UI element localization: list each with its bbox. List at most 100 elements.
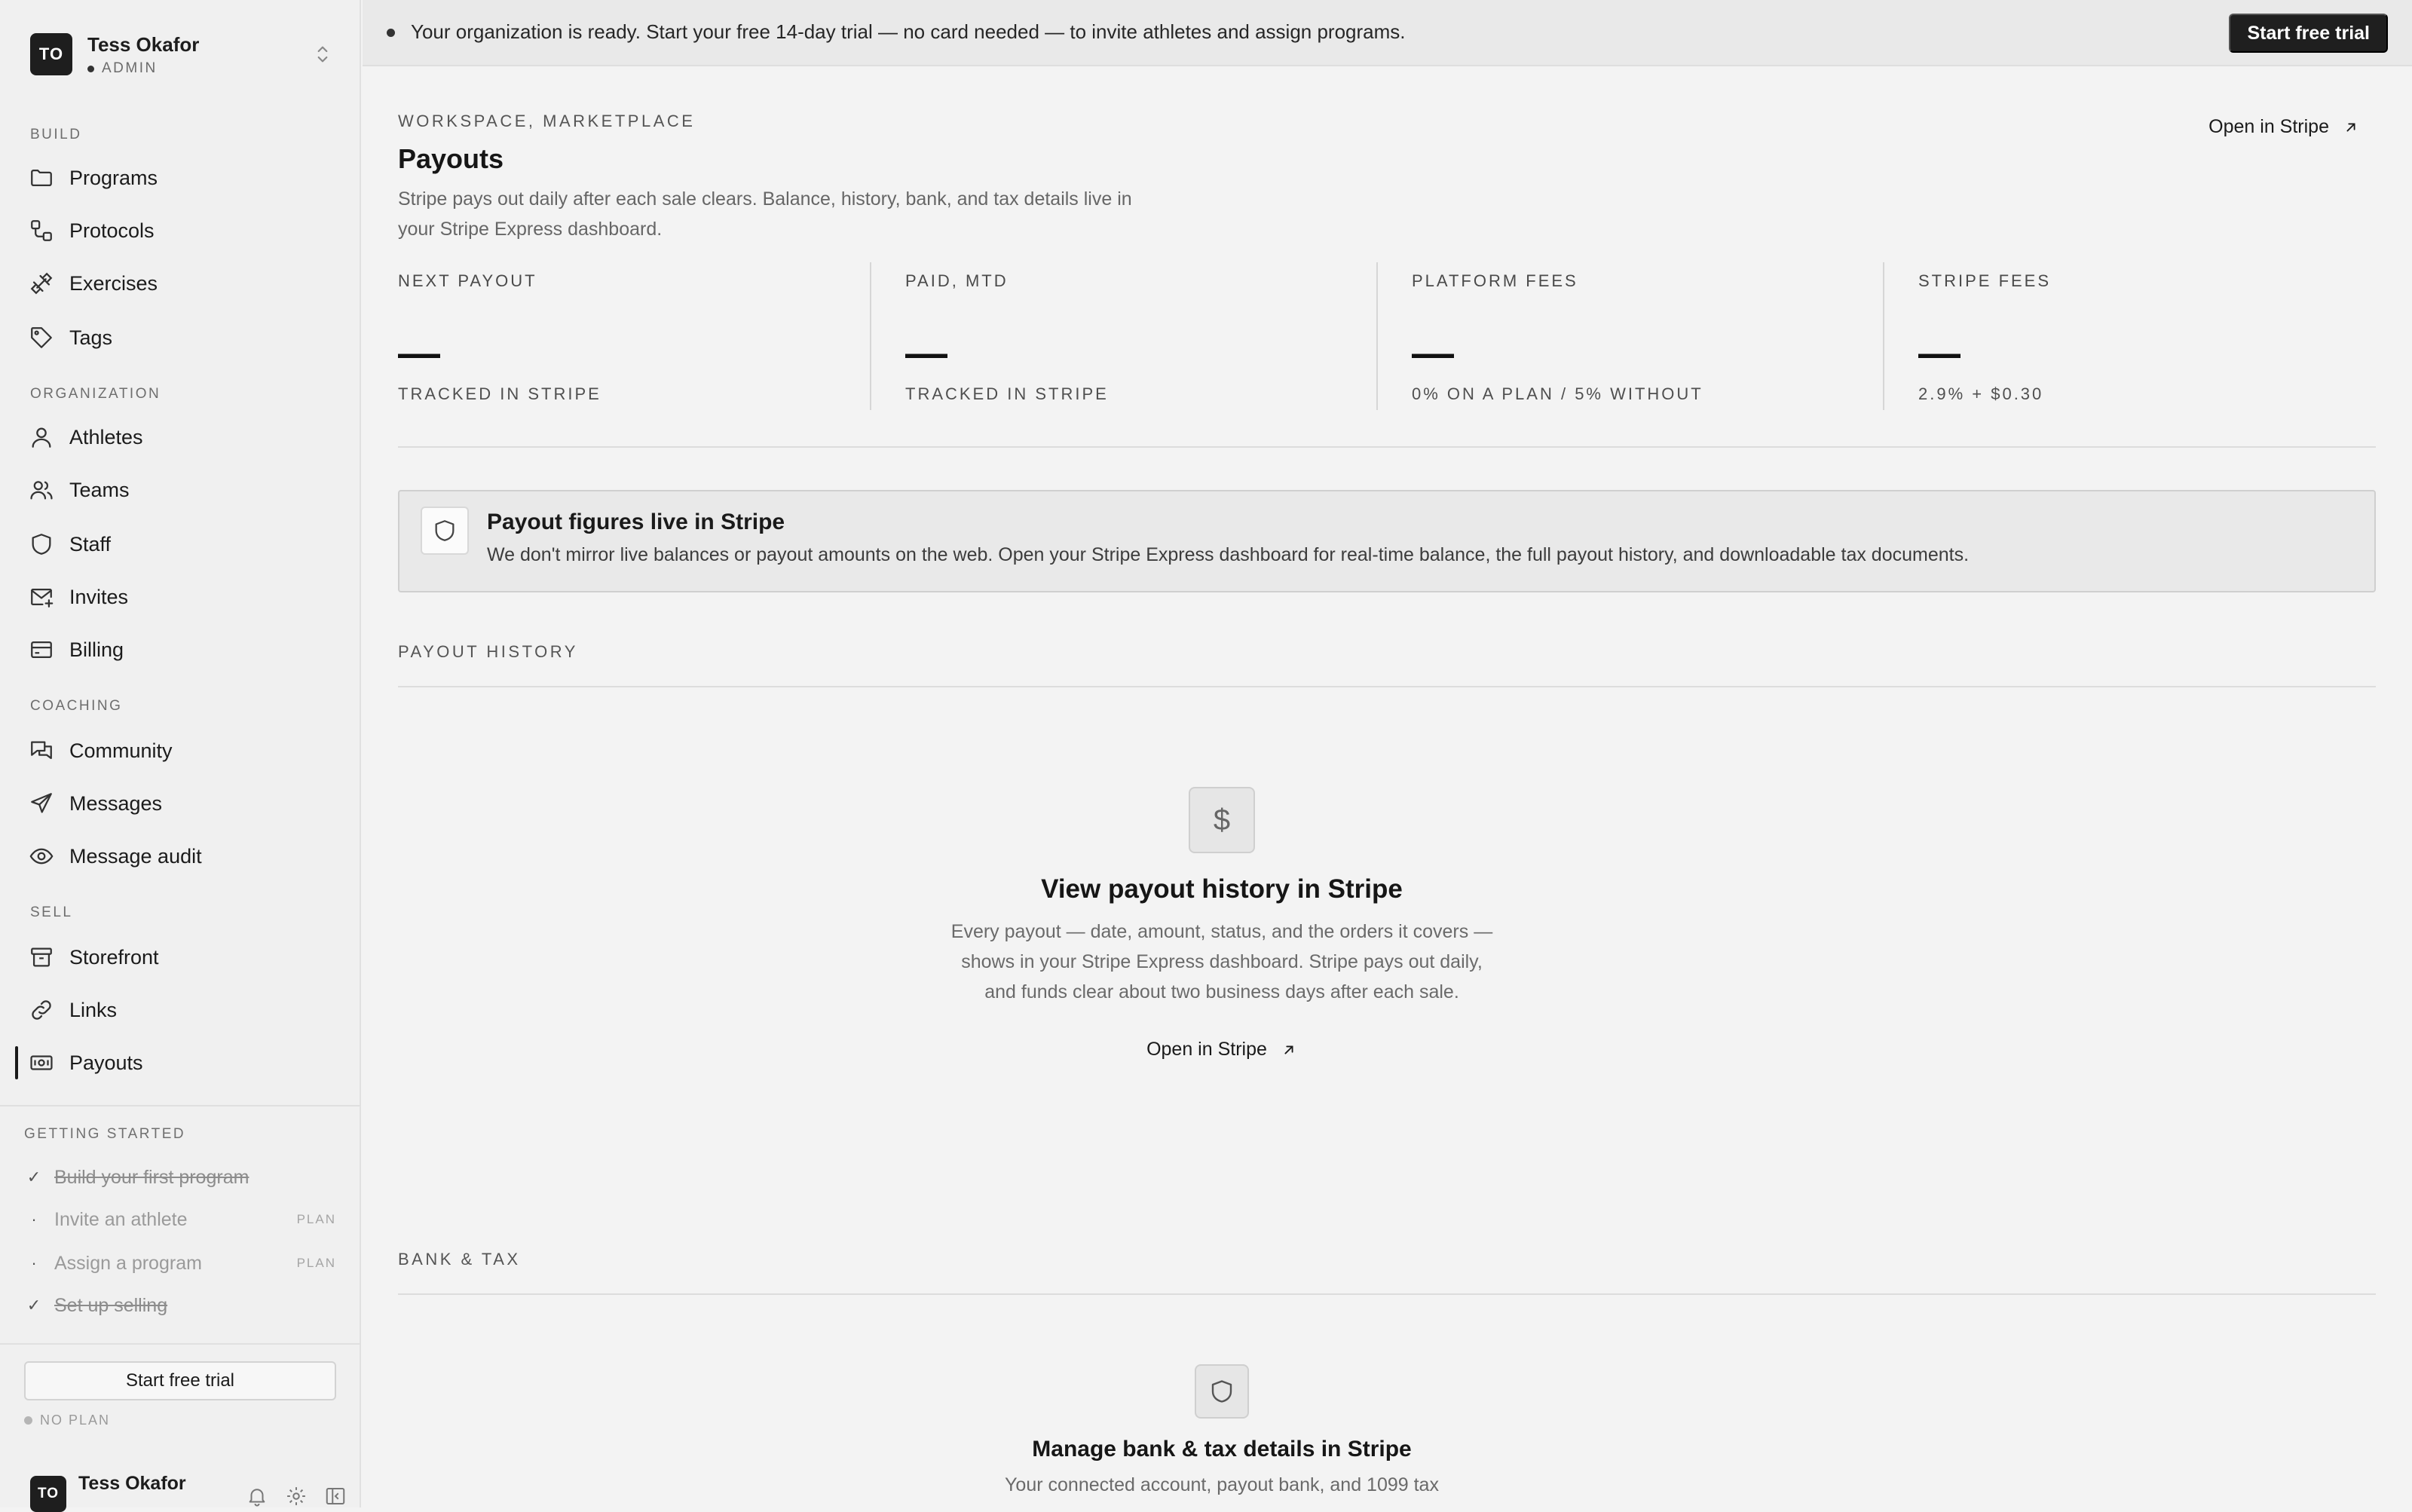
sidebar-item-payouts[interactable]: Payouts bbox=[15, 1040, 347, 1085]
footer-icons bbox=[246, 1485, 347, 1507]
section-label-payout-history: PAYOUT HISTORY bbox=[398, 642, 578, 662]
sidebar-item-label: Teams bbox=[69, 479, 130, 502]
sidebar-item-message-audit[interactable]: Message audit bbox=[15, 834, 347, 879]
sidebar-item-label: Staff bbox=[69, 533, 111, 556]
sidebar-item-label: Links bbox=[69, 999, 117, 1022]
dollar-icon: $ bbox=[1189, 787, 1255, 853]
chevron-up-down-icon bbox=[311, 42, 335, 66]
banner-start-trial-button[interactable]: Start free trial bbox=[2229, 14, 2388, 53]
stat-divider bbox=[870, 262, 871, 410]
start-trial-button[interactable]: Start free trial bbox=[24, 1361, 336, 1400]
bullet-icon: · bbox=[24, 1210, 44, 1229]
info-callout: Payout figures live in Stripe We don't m… bbox=[398, 490, 2376, 592]
org-role: ADMIN bbox=[87, 60, 158, 77]
open-in-stripe-link[interactable]: Open in Stripe bbox=[1146, 1039, 1297, 1061]
sidebar-item-community[interactable]: Community bbox=[15, 728, 347, 773]
nav-section-coaching: COACHING bbox=[30, 698, 122, 715]
stat-sub: TRACKED IN STRIPE bbox=[905, 384, 1109, 404]
sidebar-item-label: Payouts bbox=[69, 1051, 143, 1075]
stat-sub: 0% ON A PLAN / 5% WITHOUT bbox=[1412, 384, 1703, 404]
empty-state-body: Every payout — date, amount, status, and… bbox=[943, 917, 1501, 1007]
send-icon bbox=[29, 791, 54, 816]
sidebar-item-invites[interactable]: Invites bbox=[15, 574, 347, 620]
nav-section-organization: ORGANIZATION bbox=[30, 386, 161, 402]
user-icon bbox=[29, 424, 54, 450]
sidebar-item-messages[interactable]: Messages bbox=[15, 781, 347, 826]
getting-started-title: GETTING STARTED bbox=[24, 1126, 185, 1143]
plan-tag: PLAN bbox=[297, 1212, 336, 1227]
sidebar-item-label: Messages bbox=[69, 792, 162, 816]
bell-icon[interactable] bbox=[246, 1485, 268, 1507]
avatar: TO bbox=[30, 33, 72, 75]
open-in-stripe-label: Open in Stripe bbox=[1146, 1039, 1267, 1061]
nav-section-build: BUILD bbox=[30, 127, 81, 143]
link-icon bbox=[29, 997, 54, 1023]
empty-state-body: Your connected account, payout bank, and… bbox=[943, 1470, 1501, 1500]
protocols-icon bbox=[29, 218, 54, 243]
empty-state-title: View payout history in Stripe bbox=[935, 874, 1508, 904]
sidebar-item-label: Exercises bbox=[69, 272, 158, 295]
checklist-item[interactable]: ✓ Set up selling bbox=[24, 1290, 336, 1321]
breadcrumb: WORKSPACE, MARKETPLACE bbox=[398, 112, 695, 131]
sidebar-item-label: Billing bbox=[69, 638, 124, 662]
stats-row: NEXT PAYOUT — TRACKED IN STRIPE PAID, MT… bbox=[398, 271, 2376, 419]
sidebar-divider bbox=[0, 1105, 361, 1106]
sidebar-divider bbox=[0, 1343, 361, 1345]
gear-icon[interactable] bbox=[285, 1485, 308, 1507]
page-title: Payouts bbox=[398, 143, 504, 175]
main-content: WORKSPACE, MARKETPLACE Payouts Stripe pa… bbox=[363, 66, 2412, 1507]
stat-label: PLATFORM FEES bbox=[1412, 271, 1578, 291]
stat-label: NEXT PAYOUT bbox=[398, 271, 537, 291]
empty-state-title: Manage bank & tax details in Stripe bbox=[935, 1437, 1508, 1462]
folder-icon bbox=[29, 165, 54, 191]
sidebar-item-tags[interactable]: Tags bbox=[15, 315, 347, 360]
stat-value: — bbox=[1918, 332, 1961, 374]
callout-body: We don't mirror live balances or payout … bbox=[487, 544, 1969, 566]
open-in-stripe-link[interactable]: Open in Stripe bbox=[2208, 116, 2359, 138]
sidebar-item-athletes[interactable]: Athletes bbox=[15, 415, 347, 460]
checklist-item[interactable]: · Invite an athlete PLAN bbox=[24, 1204, 336, 1235]
user-name: Tess Okafor bbox=[78, 1473, 186, 1495]
stat-label: PAID, MTD bbox=[905, 271, 1009, 291]
stat-sub: TRACKED IN STRIPE bbox=[398, 384, 601, 404]
sidebar-item-teams[interactable]: Teams bbox=[15, 467, 347, 513]
sidebar-item-storefront[interactable]: Storefront bbox=[15, 935, 347, 980]
checklist-item[interactable]: ✓ Build your first program bbox=[24, 1162, 336, 1192]
org-role-label: ADMIN bbox=[102, 60, 158, 77]
arrow-up-right-icon bbox=[2343, 119, 2359, 136]
bank-tax-empty-state: Manage bank & tax details in Stripe Your… bbox=[935, 1364, 1508, 1500]
banknote-icon bbox=[29, 1050, 54, 1076]
checklist-label: Assign a program bbox=[54, 1253, 202, 1275]
sidebar: TO Tess Okafor ADMIN BUILD Programs Prot… bbox=[0, 0, 361, 1507]
banner-dot bbox=[387, 29, 395, 37]
avatar[interactable]: TO bbox=[30, 1476, 66, 1512]
checklist-item[interactable]: · Assign a program PLAN bbox=[24, 1248, 336, 1278]
shield-icon bbox=[29, 531, 54, 557]
eye-icon bbox=[29, 843, 54, 869]
sidebar-item-staff[interactable]: Staff bbox=[15, 522, 347, 567]
callout-title: Payout figures live in Stripe bbox=[487, 510, 785, 535]
archive-icon bbox=[29, 944, 54, 970]
checklist-label: Build your first program bbox=[54, 1167, 249, 1189]
arrow-up-right-icon bbox=[1281, 1042, 1297, 1058]
sidebar-item-protocols[interactable]: Protocols bbox=[15, 208, 347, 253]
sidebar-item-billing[interactable]: Billing bbox=[15, 627, 347, 672]
shield-icon bbox=[1195, 1364, 1249, 1419]
sidebar-item-exercises[interactable]: Exercises bbox=[15, 261, 347, 306]
sidebar-item-label: Storefront bbox=[69, 946, 159, 969]
org-switcher[interactable]: TO Tess Okafor ADMIN bbox=[30, 33, 332, 80]
check-icon: ✓ bbox=[24, 1168, 44, 1187]
sidebar-item-programs[interactable]: Programs bbox=[15, 155, 347, 200]
plan-status: NO PLAN bbox=[24, 1413, 110, 1428]
sidebar-collapse-icon[interactable] bbox=[324, 1485, 347, 1507]
bullet-icon: · bbox=[24, 1253, 44, 1273]
credit-card-icon bbox=[29, 637, 54, 663]
role-dot bbox=[87, 66, 94, 72]
sidebar-item-label: Message audit bbox=[69, 845, 202, 868]
sidebar-item-links[interactable]: Links bbox=[15, 987, 347, 1033]
stat-divider bbox=[1883, 262, 1884, 410]
tag-icon bbox=[29, 325, 54, 350]
chat-icon bbox=[29, 738, 54, 764]
page-description: Stripe pays out daily after each sale cl… bbox=[398, 184, 1167, 244]
stat-paid-mtd: PAID, MTD — TRACKED IN STRIPE bbox=[870, 271, 1364, 419]
